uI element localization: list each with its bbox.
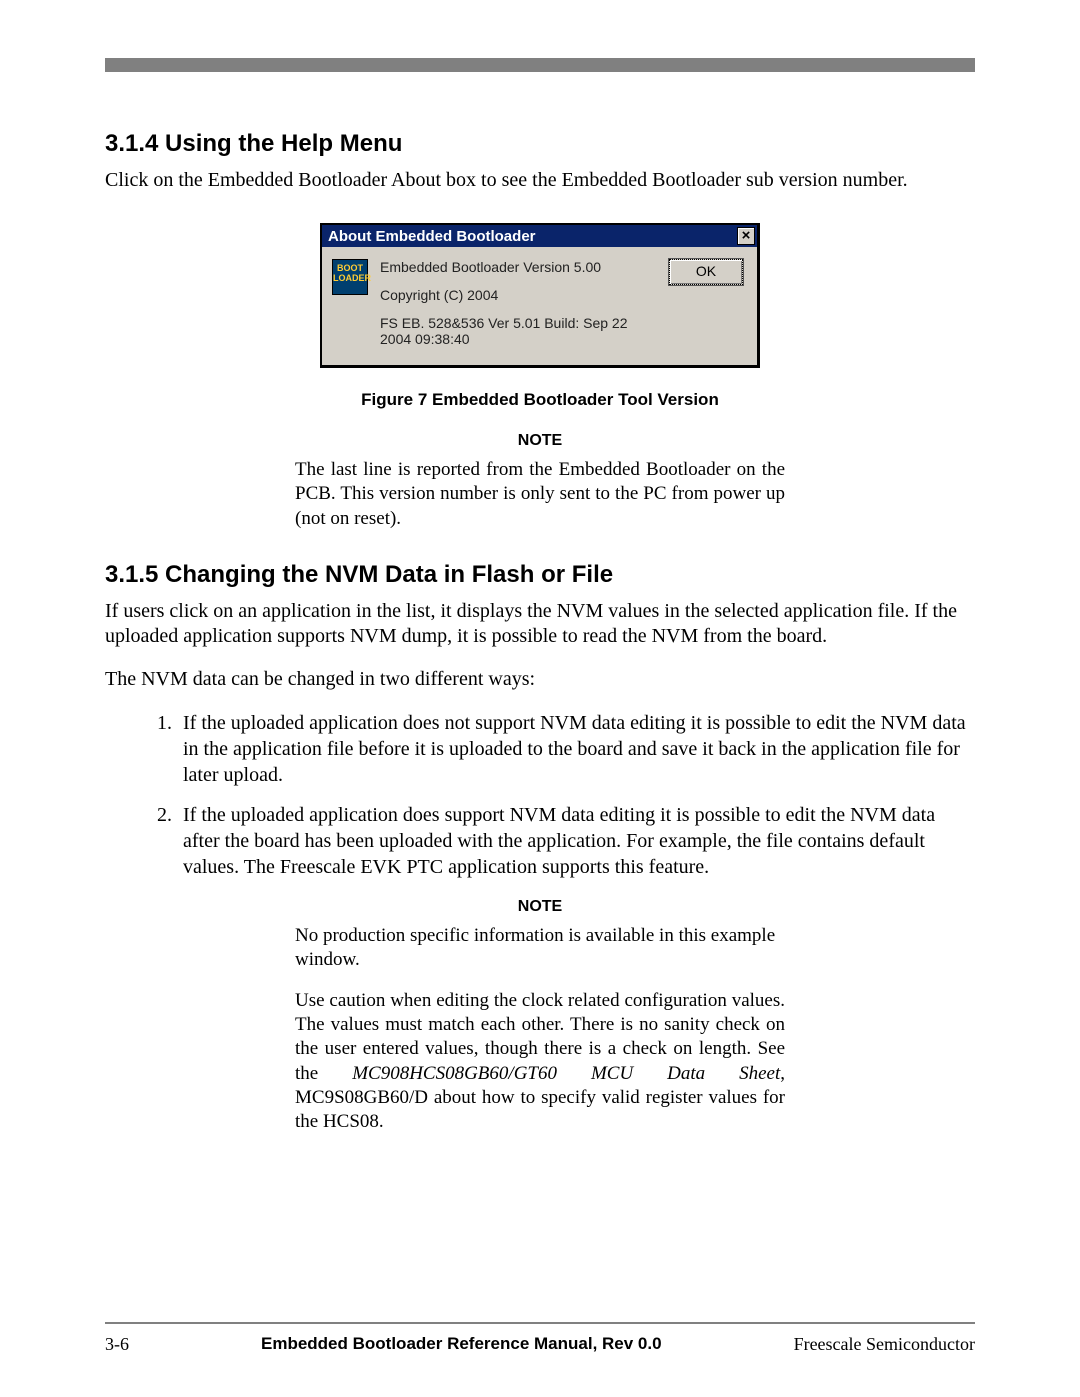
page-footer: 3-6 Embedded Bootloader Reference Manual… [105,1322,975,1355]
para-3-1-4: Click on the Embedded Bootloader About b… [105,168,975,193]
footer-vendor: Freescale Semiconductor [794,1334,975,1355]
dialog-text: Embedded Bootloader Version 5.00 Copyrig… [380,259,657,347]
list-3-1-5: If the uploaded application does not sup… [105,710,975,880]
header-rule [105,58,975,72]
para-3-1-5a: If users click on an application in the … [105,599,975,649]
ok-button[interactable]: OK [669,259,743,285]
page: 3.1.4 Using the Help Menu Click on the E… [0,0,1080,1397]
dialog-titlebar: About Embedded Bootloader × [322,225,757,247]
dialog-line-version: Embedded Bootloader Version 5.00 [380,259,657,275]
note-2: NOTE No production specific information … [295,898,785,1135]
close-icon[interactable]: × [737,227,755,245]
dialog-line-build: FS EB. 528&536 Ver 5.01 Build: Sep 22 20… [380,315,657,347]
dialog-title: About Embedded Bootloader [328,228,536,245]
figure-7-caption: Figure 7 Embedded Bootloader Tool Versio… [320,390,760,410]
note-1-label: NOTE [295,432,785,450]
about-dialog: About Embedded Bootloader × BOOT LOADER … [320,223,760,368]
para-3-1-5b: The NVM data can be changed in two diffe… [105,667,975,692]
dialog-line-copyright: Copyright (C) 2004 [380,287,657,303]
note-2-body-2: Use caution when editing the clock relat… [295,989,785,1135]
figure-7: About Embedded Bootloader × BOOT LOADER … [320,223,760,410]
bootloader-icon: BOOT LOADER [332,259,368,295]
note-2-body-1: No production specific information is av… [295,924,785,973]
footer-rule [105,1322,975,1324]
list-item-1: If the uploaded application does not sup… [177,710,975,788]
footer-row: 3-6 Embedded Bootloader Reference Manual… [105,1334,975,1355]
note-1-body: The last line is reported from the Embed… [295,458,785,531]
footer-title: Embedded Bootloader Reference Manual, Re… [261,1334,662,1355]
note-2-label: NOTE [295,898,785,916]
note-2-italic: MC908HCS08GB60/GT60 MCU Data Sheet [352,1063,780,1084]
heading-3-1-5: 3.1.5 Changing the NVM Data in Flash or … [105,561,975,589]
note-1: NOTE The last line is reported from the … [295,432,785,531]
heading-3-1-4: 3.1.4 Using the Help Menu [105,130,975,158]
dialog-body: BOOT LOADER Embedded Bootloader Version … [322,247,757,365]
list-item-2: If the uploaded application does support… [177,802,975,880]
footer-page-number: 3-6 [105,1334,129,1355]
